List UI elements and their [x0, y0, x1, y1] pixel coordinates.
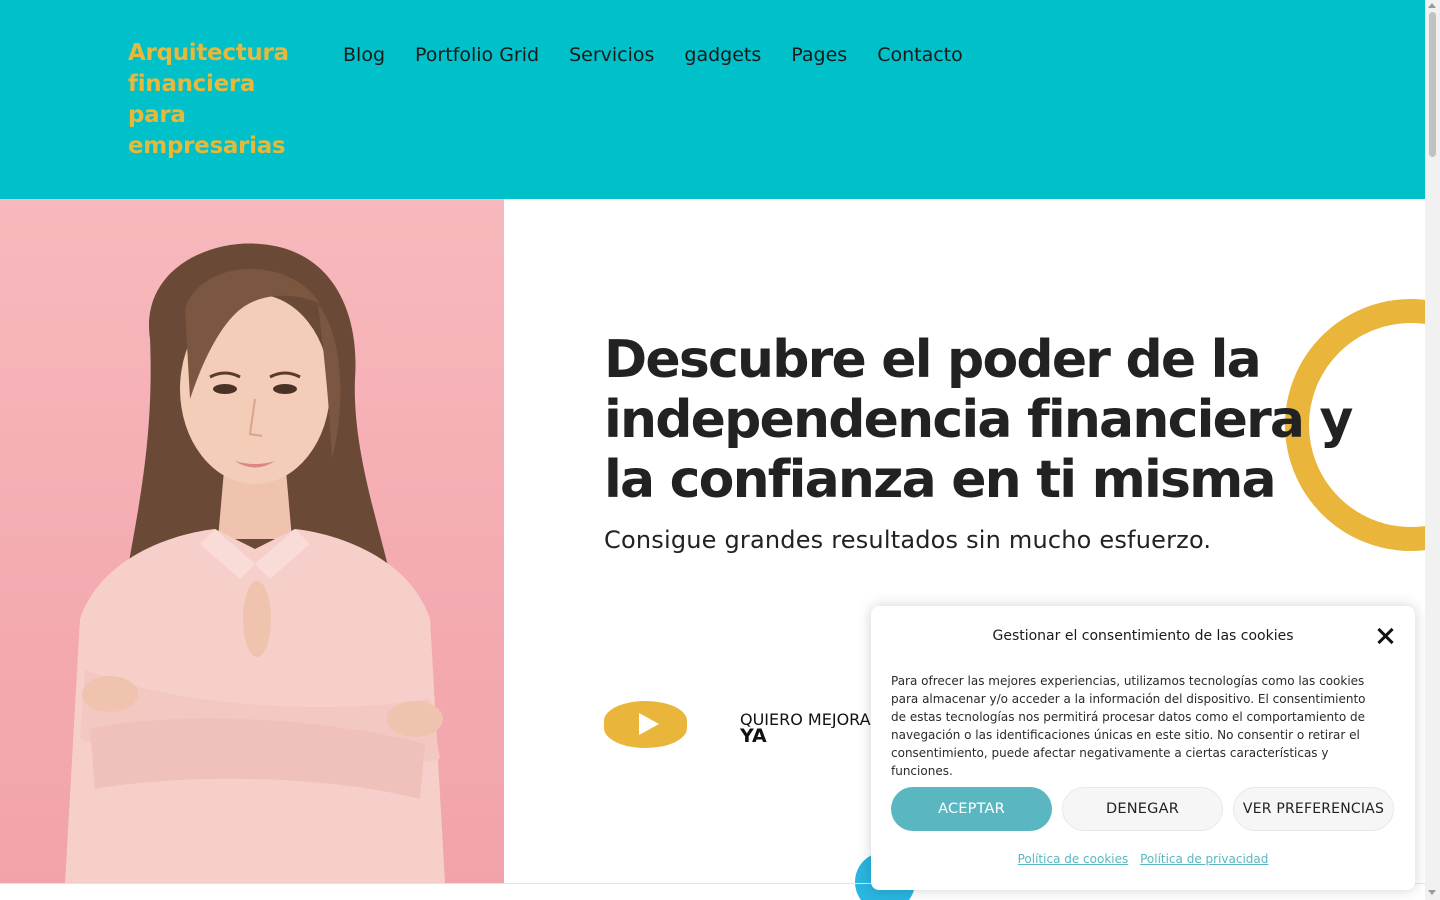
nav-item-pages[interactable]: Pages: [791, 42, 847, 68]
woman-portrait-illustration: [65, 243, 445, 883]
hero-headline: Descubre el poder de la independencia fi…: [604, 330, 1353, 510]
deny-button[interactable]: DENEGAR: [1062, 787, 1223, 831]
close-icon[interactable]: [1375, 626, 1395, 646]
nav-item-gadgets[interactable]: gadgets: [684, 42, 761, 68]
nav-item-contacto[interactable]: Contacto: [877, 42, 963, 68]
hero-subheadline: Consigue grandes resultados sin mucho es…: [604, 526, 1212, 554]
page: Arquitectura financiera para empresarias…: [0, 0, 1440, 900]
view-preferences-button[interactable]: VER PREFERENCIAS: [1233, 787, 1394, 831]
hero-image: [0, 199, 504, 883]
cta-line2: YA: [740, 725, 767, 747]
scroll-up-arrow-icon[interactable]: [1428, 3, 1436, 8]
nav-item-portfolio-grid[interactable]: Portfolio Grid: [415, 42, 539, 68]
site-logo[interactable]: Arquitectura financiera para empresarias: [128, 38, 303, 162]
play-button[interactable]: [604, 701, 687, 748]
cookie-dialog-title: Gestionar el consentimiento de las cooki…: [992, 628, 1294, 644]
cookie-policy-links: Política de cookies Política de privacid…: [871, 852, 1415, 866]
cookie-dialog-body: Para ofrecer las mejores experiencias, u…: [891, 674, 1366, 778]
main-nav: Blog Portfolio Grid Servicios gadgets Pa…: [343, 42, 993, 68]
scrollbar[interactable]: [1425, 0, 1440, 900]
cta-link[interactable]: QUIERO MEJORAR YA: [740, 711, 880, 747]
site-header: Arquitectura financiera para empresarias…: [0, 0, 1425, 199]
play-icon: [639, 713, 659, 735]
nav-item-blog[interactable]: Blog: [343, 42, 385, 68]
cookie-policy-link[interactable]: Política de cookies: [1018, 852, 1129, 866]
privacy-policy-link[interactable]: Política de privacidad: [1140, 852, 1268, 866]
cookie-consent-dialog: Gestionar el consentimiento de las cooki…: [871, 606, 1415, 890]
scrollbar-thumb[interactable]: [1429, 12, 1436, 157]
scroll-down-arrow-icon[interactable]: [1428, 890, 1436, 895]
accept-button[interactable]: ACEPTAR: [891, 787, 1052, 831]
nav-item-servicios[interactable]: Servicios: [569, 42, 654, 68]
